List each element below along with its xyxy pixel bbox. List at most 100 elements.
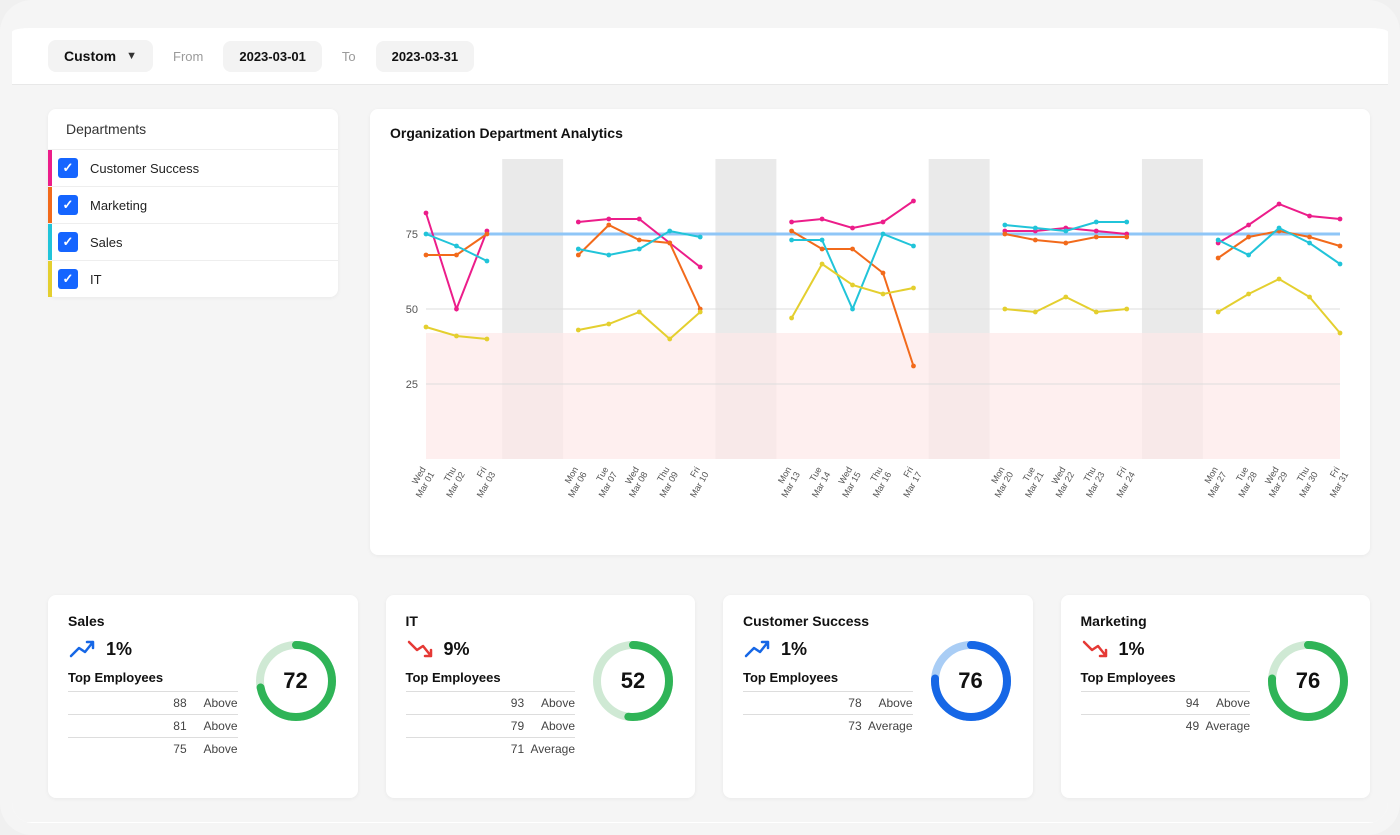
department-label: Customer Success bbox=[90, 161, 199, 176]
top-employees-title: Top Employees bbox=[743, 670, 913, 685]
departments-list: ✓ Customer Success ✓Marketing ✓ Sales ✓ IT bbox=[48, 149, 338, 297]
emp-score: 49 bbox=[1165, 714, 1199, 737]
filter-bar: Custom ▼ From 2023-03-01 To 2023-03-31 bbox=[12, 28, 1388, 85]
emp-rating: Above bbox=[1199, 691, 1250, 714]
svg-text:FriMar 10: FriMar 10 bbox=[679, 465, 710, 499]
top-employees-title: Top Employees bbox=[68, 670, 238, 685]
svg-text:TueMar 21: TueMar 21 bbox=[1014, 465, 1045, 499]
emp-name bbox=[68, 714, 153, 737]
trend-down-icon bbox=[1081, 640, 1109, 658]
checkbox-icon: ✓ bbox=[58, 232, 78, 252]
emp-score: 79 bbox=[490, 714, 524, 737]
svg-text:WedMar 08: WedMar 08 bbox=[618, 465, 649, 499]
department-checkbox-row[interactable]: ✓Marketing bbox=[48, 186, 338, 223]
svg-text:ThuMar 23: ThuMar 23 bbox=[1075, 465, 1106, 499]
top-employees-table: 93 Above 79 Above 71 Average bbox=[406, 691, 576, 760]
emp-name bbox=[68, 691, 153, 714]
svg-text:75: 75 bbox=[406, 229, 418, 241]
device-camera-dot bbox=[695, 8, 705, 18]
svg-text:ThuMar 09: ThuMar 09 bbox=[649, 465, 680, 499]
emp-score: 75 bbox=[153, 737, 187, 760]
emp-score: 94 bbox=[1165, 691, 1199, 714]
stats-row: Sales 1% Top Employees 88 Above 81 Above… bbox=[48, 595, 1370, 823]
gauge-value: 52 bbox=[591, 639, 675, 723]
svg-text:FriMar 31: FriMar 31 bbox=[1319, 465, 1350, 499]
trend-percent: 1% bbox=[1119, 639, 1145, 660]
emp-name bbox=[1081, 714, 1166, 737]
emp-row: 94 Above bbox=[1081, 691, 1251, 714]
top-employees-title: Top Employees bbox=[1081, 670, 1251, 685]
trend-percent: 1% bbox=[106, 639, 132, 660]
score-gauge: 72 bbox=[254, 639, 338, 723]
top-employees-table: 88 Above 81 Above 75 Above bbox=[68, 691, 238, 760]
to-label: To bbox=[342, 49, 356, 64]
emp-score: 81 bbox=[153, 714, 187, 737]
to-date-input[interactable]: 2023-03-31 bbox=[376, 41, 475, 72]
trend-up-icon bbox=[743, 640, 771, 658]
top-employees-table: 94 Above 49 Average bbox=[1081, 691, 1251, 737]
stat-card: Sales 1% Top Employees 88 Above 81 Above… bbox=[48, 595, 358, 799]
svg-text:25: 25 bbox=[406, 379, 418, 391]
emp-rating: Above bbox=[187, 737, 238, 760]
score-gauge: 76 bbox=[1266, 639, 1350, 723]
chevron-down-icon: ▼ bbox=[126, 50, 137, 62]
emp-rating: Above bbox=[524, 691, 575, 714]
svg-text:ThuMar 02: ThuMar 02 bbox=[436, 465, 467, 499]
score-gauge: 52 bbox=[591, 639, 675, 723]
analytics-chart-card: Organization Department Analytics 25 50 75… bbox=[370, 109, 1370, 555]
department-label: Sales bbox=[90, 235, 123, 250]
trend-down-icon bbox=[406, 640, 434, 658]
emp-name bbox=[743, 714, 828, 737]
from-date-input[interactable]: 2023-03-01 bbox=[223, 41, 322, 72]
svg-text:MonMar 20: MonMar 20 bbox=[984, 465, 1015, 499]
checkbox-icon: ✓ bbox=[58, 158, 78, 178]
stat-title: Marketing bbox=[1081, 613, 1351, 629]
emp-score: 88 bbox=[153, 691, 187, 714]
emp-row: 93 Above bbox=[406, 691, 576, 714]
emp-row: 73 Average bbox=[743, 714, 913, 737]
date-preset-label: Custom bbox=[64, 48, 116, 64]
emp-rating: Above bbox=[187, 691, 238, 714]
svg-text:TueMar 14: TueMar 14 bbox=[801, 465, 832, 499]
department-label: Marketing bbox=[90, 198, 147, 213]
departments-panel: Departments ✓Customer Success✓Marketing✓… bbox=[48, 109, 338, 297]
emp-name bbox=[743, 691, 828, 714]
analytics-line-chart: 255075WedMar 01ThuMar 02FriMar 03MonMar … bbox=[390, 149, 1350, 524]
score-gauge: 76 bbox=[929, 639, 1013, 723]
department-label: IT bbox=[90, 272, 102, 287]
svg-text:ThuMar 30: ThuMar 30 bbox=[1289, 465, 1320, 499]
stat-card: IT 9% Top Employees 93 Above 79 Above 71… bbox=[386, 595, 696, 799]
svg-text:WedMar 29: WedMar 29 bbox=[1258, 465, 1289, 499]
stat-card: Marketing 1% Top Employees 94 Above 49 A… bbox=[1061, 595, 1371, 799]
emp-score: 71 bbox=[490, 737, 524, 760]
gauge-value: 76 bbox=[929, 639, 1013, 723]
checkbox-icon: ✓ bbox=[58, 269, 78, 289]
svg-text:MonMar 06: MonMar 06 bbox=[557, 465, 588, 499]
svg-text:FriMar 17: FriMar 17 bbox=[893, 465, 924, 499]
svg-text:TueMar 07: TueMar 07 bbox=[588, 465, 619, 499]
department-checkbox-row[interactable]: ✓ IT bbox=[48, 260, 338, 297]
emp-rating: Above bbox=[187, 714, 238, 737]
emp-row: 88 Above bbox=[68, 691, 238, 714]
stat-title: Sales bbox=[68, 613, 338, 629]
department-checkbox-row[interactable]: ✓ Sales bbox=[48, 223, 338, 260]
emp-score: 73 bbox=[828, 714, 862, 737]
top-employees-table: 78 Above 73 Average bbox=[743, 691, 913, 737]
chart-title: Organization Department Analytics bbox=[390, 125, 1350, 141]
emp-name bbox=[68, 737, 153, 760]
emp-rating: Average bbox=[862, 714, 913, 737]
svg-text:WedMar 01: WedMar 01 bbox=[405, 465, 436, 499]
svg-text:FriMar 24: FriMar 24 bbox=[1106, 465, 1137, 499]
stat-title: Customer Success bbox=[743, 613, 1013, 629]
date-preset-dropdown[interactable]: Custom ▼ bbox=[48, 40, 153, 72]
emp-score: 78 bbox=[828, 691, 862, 714]
svg-text:MonMar 27: MonMar 27 bbox=[1197, 465, 1228, 499]
emp-row: 79 Above bbox=[406, 714, 576, 737]
emp-name bbox=[406, 714, 491, 737]
department-checkbox-row[interactable]: ✓ Customer Success bbox=[48, 149, 338, 186]
svg-text:WedMar 15: WedMar 15 bbox=[832, 465, 863, 499]
svg-text:50: 50 bbox=[406, 304, 418, 316]
svg-text:WedMar 22: WedMar 22 bbox=[1045, 465, 1076, 499]
emp-rating: Above bbox=[524, 714, 575, 737]
emp-score: 93 bbox=[490, 691, 524, 714]
